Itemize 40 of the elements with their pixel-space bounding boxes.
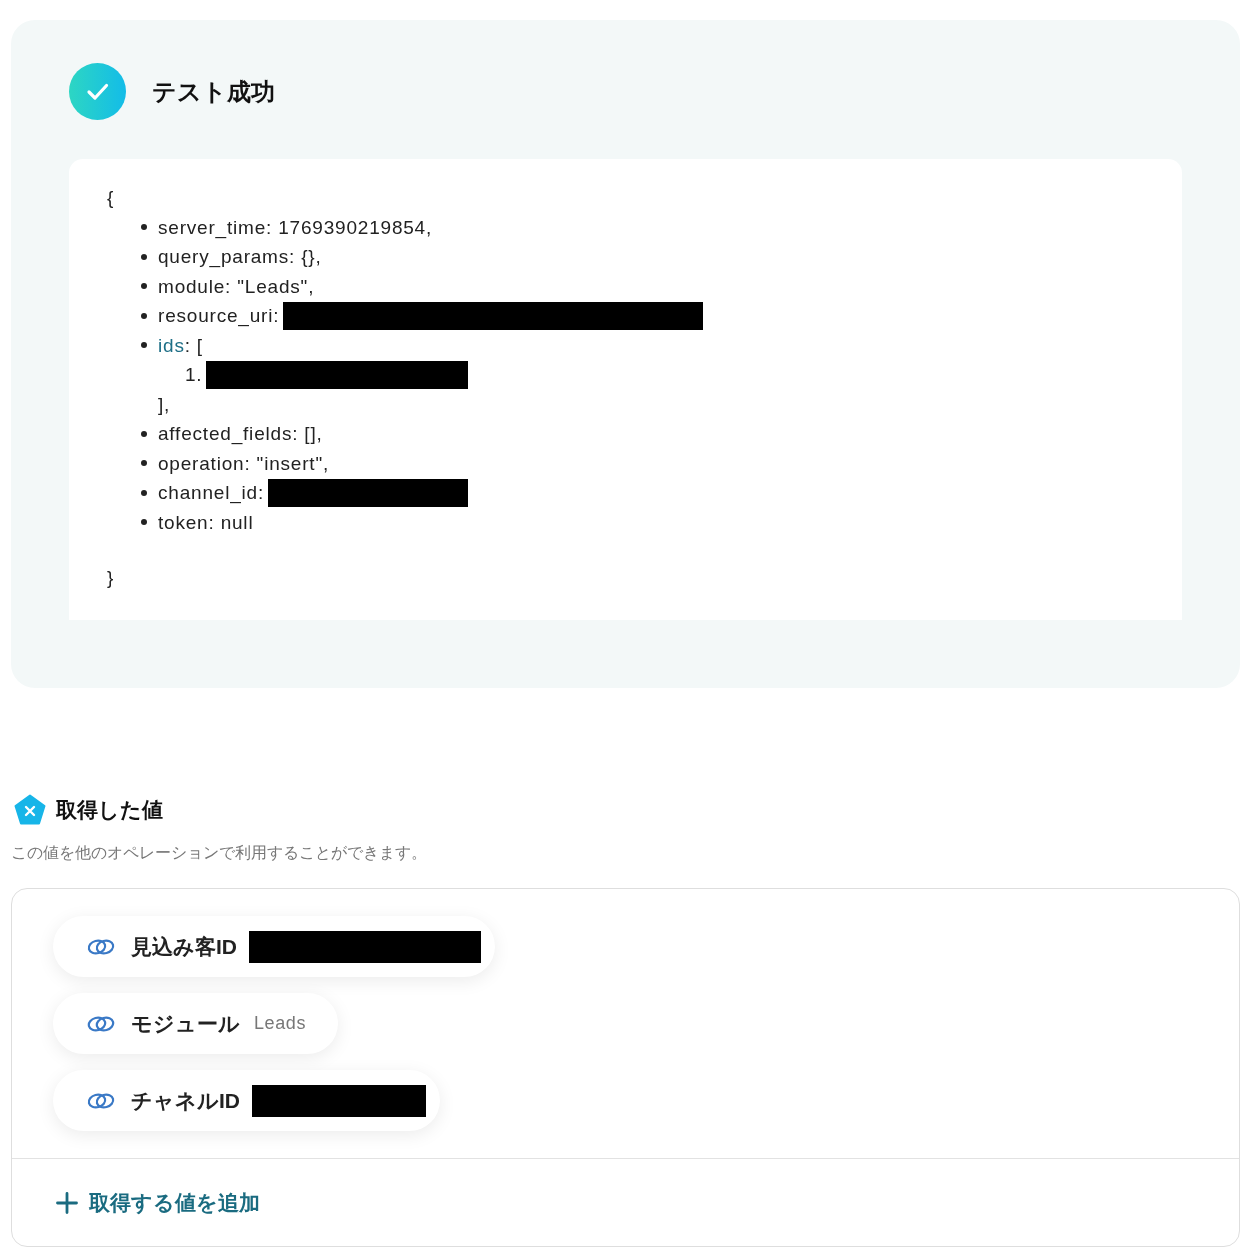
result-title: テスト成功: [152, 76, 275, 107]
value-chip[interactable]: チャネルID: [53, 1070, 440, 1132]
list-number: 1.: [185, 363, 203, 387]
bullet-icon: [141, 224, 147, 231]
response-field: token: null: [158, 507, 254, 537]
array-open: : [: [184, 333, 203, 358]
response-field: module: "Leads",: [158, 271, 315, 301]
response-field: query_params: {},: [158, 242, 322, 272]
bullet-icon: [141, 430, 147, 437]
section-description: この値を他のオペレーションで利用することができます。: [11, 843, 428, 863]
add-value-button[interactable]: 取得する値を追加: [56, 1187, 260, 1219]
value-label: チャネルID: [131, 1088, 240, 1114]
check-circle-icon: [69, 63, 126, 120]
value-label: 見込み客ID: [131, 934, 237, 960]
bullet-icon: [141, 489, 147, 496]
response-field-key: channel_id:: [158, 478, 264, 508]
section-title: 取得した値: [56, 796, 163, 823]
field-key-link[interactable]: ids: [158, 330, 185, 360]
array-close: ],: [158, 393, 171, 415]
chain-link-icon: [87, 937, 115, 956]
response-field: server_time: 1769390219854,: [158, 212, 433, 242]
bullet-icon: [141, 253, 147, 260]
bullet-icon: [141, 342, 147, 349]
value-text: Leads: [254, 1012, 307, 1036]
response-field: operation: "insert",: [158, 448, 329, 478]
chain-link-icon: [87, 1014, 115, 1033]
value-chip[interactable]: モジュール Leads: [53, 993, 339, 1055]
value-chip[interactable]: 見込み客ID: [53, 916, 495, 978]
pentagon-x-icon: [14, 793, 46, 825]
bullet-icon: [141, 460, 147, 467]
value-label: モジュール: [131, 1011, 240, 1037]
response-field-key: resource_uri:: [158, 301, 280, 331]
opening-brace: {: [107, 186, 115, 210]
closing-brace: }: [107, 566, 115, 590]
plus-icon: [56, 1192, 78, 1214]
response-field: affected_fields: [],: [158, 419, 323, 449]
chain-link-icon: [87, 1091, 115, 1110]
bullet-icon: [141, 312, 147, 319]
bullet-icon: [141, 519, 147, 526]
bullet-icon: [141, 283, 147, 290]
